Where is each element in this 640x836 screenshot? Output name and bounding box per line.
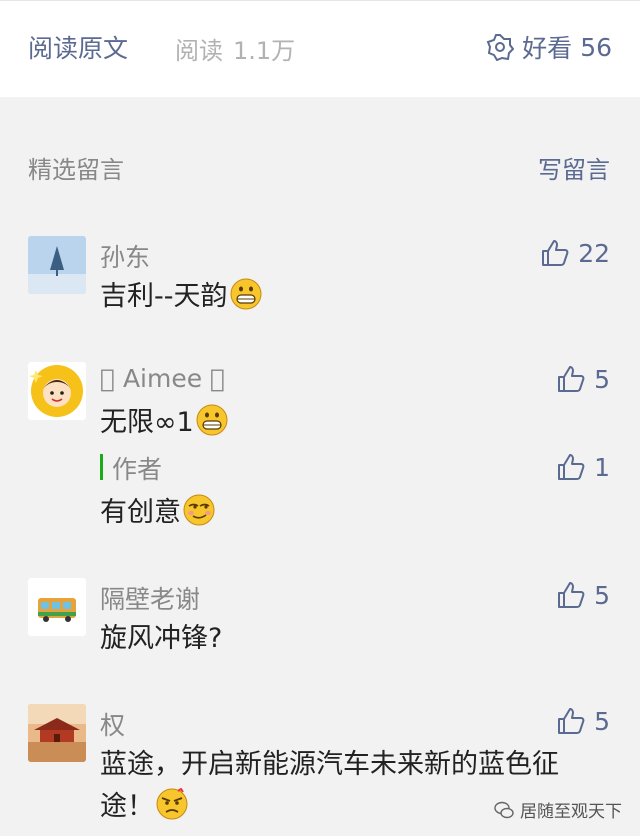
like-button[interactable]: 1 [556,452,610,482]
like-count: 1 [594,452,610,482]
comment-nickname: 隔壁老谢 [100,585,201,614]
grin-emoji-icon [196,404,228,436]
write-comment-link[interactable]: 写留言 [538,150,610,185]
comment-nickname: 孙东 [100,243,151,272]
read-count-value: 1.1万 [233,37,296,65]
avatar[interactable] [28,578,86,636]
like-button[interactable]: 5 [556,706,610,736]
read-original-link[interactable]: 阅读原文 [28,29,128,65]
like-count: 5 [594,364,610,394]
like-count: 5 [594,706,610,736]
thumbs-up-icon [558,708,585,734]
like-button[interactable]: 22 [540,238,610,268]
wow-label: 好看 [522,34,573,63]
watermark: 居随至观天下 [494,797,622,822]
avatar[interactable] [28,236,86,294]
grin-emoji-icon [230,278,261,310]
thumbs-up-icon [558,582,585,608]
read-label: 阅读 [175,37,223,65]
article-footer-bar: 阅读原文 阅读 1.1万 好看 56 [0,0,640,97]
avatar[interactable] [28,704,86,762]
comment-text: 无限∞1 [100,402,610,444]
comment-text: 旋风冲锋? [100,623,223,654]
author-reply-bar [100,454,103,480]
comment-nickname: 权 [100,711,126,740]
author-label: 作者 [112,455,163,484]
thumbs-up-icon [542,240,569,266]
like-button[interactable]: 5 [556,364,610,394]
watermark-text: 居随至观天下 [520,802,622,822]
like-count: 22 [578,238,610,268]
thumbs-up-icon [558,366,585,392]
comment-text: 吉利--天韵 [100,276,610,318]
wow-count: 56 [580,32,612,62]
author-reply-text: 有创意 [100,490,215,529]
wechat-icon [494,801,514,818]
like-button[interactable]: 5 [556,580,610,610]
smirk-emoji-icon [183,494,215,526]
read-count: 阅读 1.1万 [175,31,295,66]
wow-icon [486,34,515,61]
featured-comments-title: 精选留言 [28,156,124,184]
angry-emoji-icon [156,788,188,820]
comment-nickname: 􏰀 Aimee 􏰀 [100,364,226,393]
thumbs-up-icon [558,454,585,480]
like-count: 5 [594,580,610,610]
wow-button[interactable]: 好看 56 [486,29,612,65]
avatar[interactable] [28,362,86,420]
